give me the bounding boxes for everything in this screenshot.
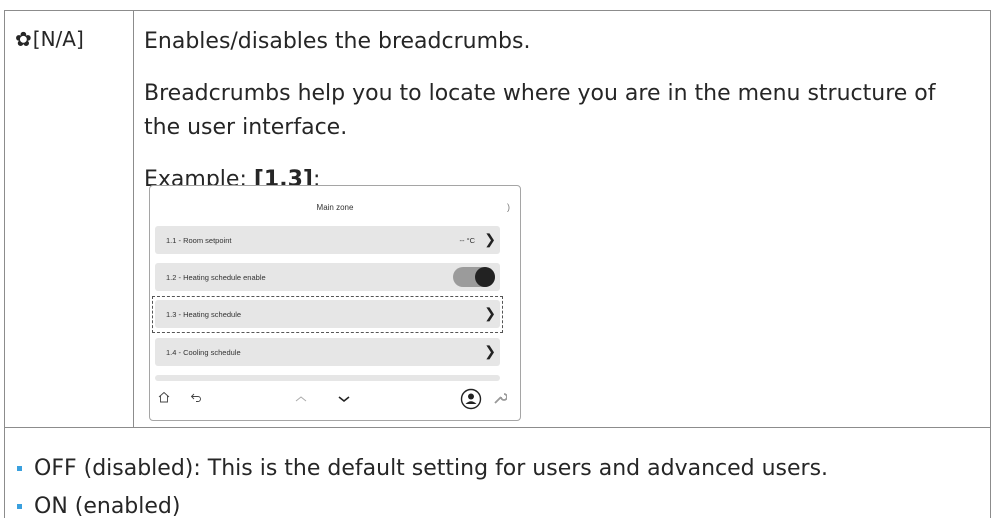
setting-code: ✿ [N/A] bbox=[15, 27, 84, 51]
menu-item-label: 1.1 - Room setpoint bbox=[166, 235, 232, 245]
bullet-marker bbox=[17, 503, 22, 509]
back-icon[interactable] bbox=[190, 390, 202, 408]
toggle-knob bbox=[475, 267, 495, 287]
user-icon[interactable] bbox=[460, 388, 482, 415]
menu-item-label: 1.2 - Heating schedule enable bbox=[166, 272, 266, 282]
wrench-icon[interactable] bbox=[493, 391, 508, 410]
chevron-down-icon[interactable] bbox=[337, 391, 351, 409]
device-bottom-bar bbox=[150, 378, 520, 420]
heating-schedule-toggle[interactable] bbox=[453, 267, 495, 287]
list-item-text: OFF (disabled): This is the default sett… bbox=[34, 455, 829, 481]
device-screenshot: Main zone ) 1.1 - Room setpoint -- °C ❯ … bbox=[149, 185, 521, 421]
chevron-right-icon: ❯ bbox=[484, 231, 496, 247]
bullet-list: OFF (disabled): This is the default sett… bbox=[17, 449, 828, 525]
list-item: ON (enabled) bbox=[17, 487, 828, 525]
gear-icon: ✿ bbox=[15, 27, 32, 51]
chevron-right-icon: ❯ bbox=[484, 343, 496, 359]
chevron-up-icon[interactable] bbox=[294, 391, 308, 409]
device-title: Main zone bbox=[316, 203, 354, 212]
row-divider bbox=[5, 427, 990, 428]
setting-code-label: [N/A] bbox=[32, 27, 84, 51]
bullet-marker bbox=[17, 465, 22, 471]
column-divider bbox=[133, 11, 134, 428]
description-line-1: Enables/disables the breadcrumbs. bbox=[144, 29, 531, 54]
menu-item-cooling-schedule[interactable]: 1.4 - Cooling schedule ❯ bbox=[155, 338, 500, 366]
menu-item-room-setpoint[interactable]: 1.1 - Room setpoint -- °C ❯ bbox=[155, 226, 500, 254]
list-item: OFF (disabled): This is the default sett… bbox=[17, 449, 828, 487]
highlight-frame bbox=[152, 296, 503, 333]
description-line-2: Breadcrumbs help you to locate where you… bbox=[144, 81, 936, 140]
corner-mark: ) bbox=[507, 202, 510, 212]
menu-item-heating-schedule-enable[interactable]: 1.2 - Heating schedule enable bbox=[155, 263, 500, 291]
menu-item-value: -- °C bbox=[459, 236, 476, 245]
home-icon[interactable] bbox=[158, 390, 170, 408]
menu-item-label: 1.4 - Cooling schedule bbox=[166, 347, 241, 357]
list-item-text: ON (enabled) bbox=[34, 493, 181, 519]
